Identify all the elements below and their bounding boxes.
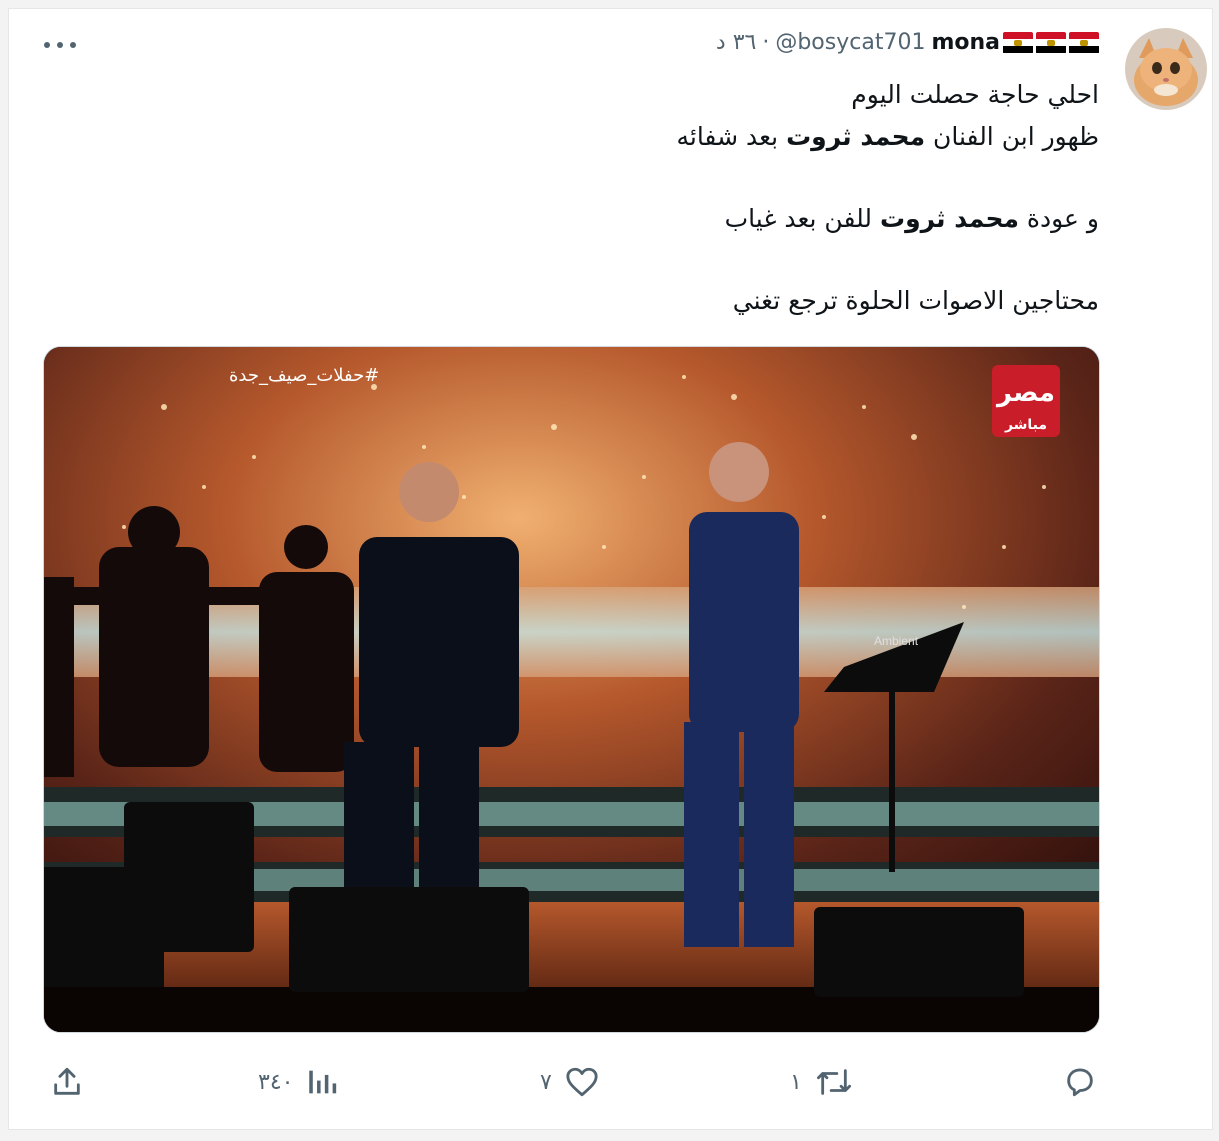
concert-stage-image: Ambient #حفلات_صيف_جدة مصر مباشر <box>44 347 1099 1032</box>
tweet-line: احلي حاجة حصلت اليوم <box>851 80 1099 109</box>
egypt-flag-icon <box>1069 31 1099 54</box>
views-count: ٣٤٠ <box>258 1069 294 1095</box>
tweet-line: محتاجين الاصوات الحلوة ترجع تغني <box>732 286 1099 315</box>
user-handle[interactable]: @bosycat701 <box>775 30 925 55</box>
share-button[interactable] <box>50 1060 84 1104</box>
tweet-time[interactable]: ٣٦ د <box>716 30 756 55</box>
separator-dot: · <box>762 30 770 55</box>
tweet-line: ظهور ابن الفنان محمد ثروت بعد شفائه <box>676 122 1099 151</box>
display-name-text: mona <box>931 30 1000 55</box>
retweet-icon <box>816 1069 851 1095</box>
display-name[interactable]: mona <box>931 30 1099 55</box>
retweet-count: ١ <box>790 1069 802 1095</box>
heart-icon <box>566 1067 598 1097</box>
egypt-flag-icon <box>1003 31 1033 54</box>
hashtag-overlay: #حفلات_صيف_جدة <box>229 365 379 386</box>
views-button[interactable]: ٣٤٠ <box>258 1060 339 1104</box>
tweet-actions: ٣٤٠ ٧ ١ <box>0 1060 1219 1104</box>
tweet-media-image[interactable]: Ambient #حفلات_صيف_جدة مصر مباشر <box>43 346 1100 1033</box>
bold-name: محمد ثروت <box>879 204 1019 233</box>
like-button[interactable]: ٧ <box>540 1060 600 1104</box>
like-count: ٧ <box>540 1069 552 1095</box>
channel-logo-bottom: مباشر <box>1004 417 1047 433</box>
avatar[interactable] <box>1125 28 1207 110</box>
tweet-line: و عودة محمد ثروت للفن بعد غياب <box>724 204 1099 233</box>
cat-avatar-image <box>1125 28 1207 110</box>
egypt-flag-icon <box>1036 31 1066 54</box>
tweet-header: ٣٦ د · @bosycat701 mona <box>716 30 1099 55</box>
bold-name: محمد ثروت <box>786 122 926 151</box>
retweet-button[interactable]: ١ <box>790 1060 854 1104</box>
reply-button[interactable] <box>1062 1060 1110 1104</box>
more-dots-icon <box>44 42 76 48</box>
stand-label: Ambient <box>874 634 919 648</box>
channel-logo-top: مصر <box>995 378 1055 408</box>
analytics-icon <box>309 1070 337 1094</box>
share-icon <box>54 1067 80 1095</box>
tweet-text: احلي حاجة حصلت اليوم ظهور ابن الفنان محم… <box>339 74 1099 322</box>
more-options-button[interactable] <box>40 30 80 60</box>
reply-icon <box>1067 1068 1093 1097</box>
